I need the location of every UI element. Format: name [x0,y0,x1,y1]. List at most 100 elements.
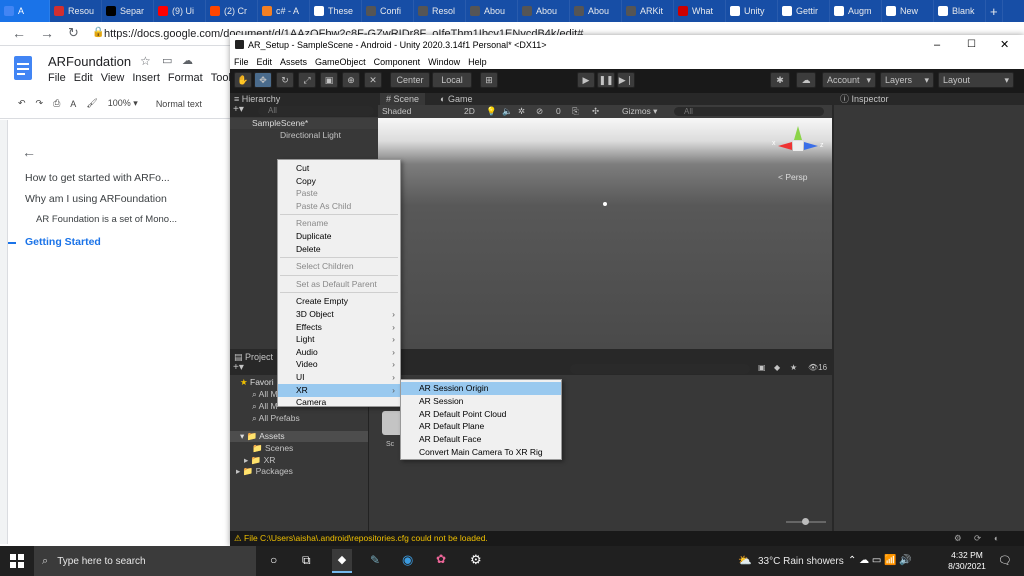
notifications-icon[interactable]: 🗨 [998,554,1012,567]
folder-item[interactable]: ▸ 📁 XR [244,455,275,466]
hierarchy-search-input[interactable]: All [258,106,374,116]
favorite-icon[interactable]: ★ [790,363,797,372]
x-axis-cone[interactable] [778,142,792,150]
pivot-local-toggle[interactable]: Local [432,72,472,88]
browser-tab[interactable]: These [310,0,362,22]
layers-dropdown[interactable]: Layers ▾ [880,72,934,88]
status-bar[interactable]: ⚠ File C:\Users\aisha\.android\repositor… [230,531,1024,546]
docs-logo-icon[interactable] [14,56,32,80]
hidden-objects-icon[interactable]: ⊘ [536,105,543,118]
scene-root-row[interactable]: SampleScene* [230,118,378,129]
unity-menu-item[interactable]: Assets [280,55,307,69]
light-bake-icon[interactable]: ◐ [994,531,999,546]
scene-search-input[interactable]: All [674,107,824,116]
account-dropdown[interactable]: Account ▾ [822,72,876,88]
inspector-tab[interactable]: ⓘ Inspector [834,93,1024,105]
browser-tab[interactable]: Resou [50,0,102,22]
label-filter-icon[interactable]: ◆ [774,363,780,372]
light-gizmo-icon[interactable] [603,202,607,206]
browser-tab[interactable]: Unity [726,0,778,22]
project-search-input[interactable] [570,364,750,374]
scene-viewport[interactable]: x z < Persp [378,118,832,349]
browser-tab[interactable]: A [0,0,50,22]
unity-menu-item[interactable]: GameObject [315,55,366,69]
zoom-select[interactable]: 100% ▾ [108,98,138,109]
context-menu-item[interactable]: Audio › [278,346,400,359]
clock[interactable]: 4:32 PM 8/30/2021 [944,550,990,572]
xr-menu-item[interactable]: AR Default Point Cloud [401,408,561,421]
favorites-folder[interactable]: ★ Favori [240,377,274,388]
browser-tab[interactable]: Abou [518,0,570,22]
orientation-gizmo[interactable]: x z [772,126,824,166]
browser-tab[interactable]: Confi [362,0,414,22]
context-menu-item[interactable]: 3D Object › [278,308,400,321]
context-menu-item[interactable]: Duplicate [278,230,400,243]
browser-tab[interactable]: (2) Cr [206,0,258,22]
unity-menu-item[interactable]: Component [374,55,421,69]
paint-icon[interactable]: ✿ [436,552,446,566]
unity-menu-item[interactable]: File [234,55,249,69]
rotate-tool-icon[interactable]: ↻ [276,72,294,88]
outline-back-icon[interactable]: ← [22,144,36,160]
favorite-item[interactable]: ⌕ All M [252,389,278,400]
tools-icon[interactable]: ✣ [592,105,599,118]
docs-menu-item[interactable]: Format [168,72,203,84]
docs-menu-item[interactable]: File [48,72,66,84]
context-menu-item[interactable]: XR › [278,383,400,397]
cortana-icon[interactable]: ○ [270,553,277,567]
create-icon[interactable]: +▾ [233,104,244,115]
tray-icons[interactable]: ⌃ ☁ ▭ 📶 🔊 [848,555,912,566]
outline-item[interactable]: Why am I using ARFoundation [25,193,167,205]
step-button[interactable]: ▶❘ [617,72,635,88]
browser-tab[interactable]: New [882,0,934,22]
minimize-icon[interactable]: – [934,35,940,55]
collab-icon[interactable]: ✱ [770,72,790,88]
browser-tab[interactable]: Abou [466,0,518,22]
hidden-packages-count[interactable]: 👁16 [808,363,827,372]
effects-icon[interactable]: ✲ [518,105,525,118]
bug-icon[interactable]: ⚙ [954,531,962,546]
outline-item[interactable]: Getting Started [25,236,101,248]
favorite-item[interactable]: ⌕ All Prefabs [252,413,300,424]
shading-dropdown[interactable]: Shaded [382,105,411,118]
xr-menu-item[interactable]: AR Session [401,395,561,408]
settings-icon[interactable]: ⚙ [470,552,482,568]
docs-menu-item[interactable]: View [101,72,125,84]
layout-dropdown[interactable]: Layout ▾ [938,72,1014,88]
thumbnail-size-slider[interactable] [786,518,826,525]
browser-tab[interactable]: ARKit [622,0,674,22]
progress-icon[interactable]: ⟳ [974,531,981,546]
browser-tab[interactable]: Separ [102,0,154,22]
print-icon[interactable]: ⎙ [53,98,60,109]
context-menu-item[interactable]: Cut [278,162,400,175]
packages-folder[interactable]: ▸ 📁 Packages [236,466,293,477]
xr-menu-item[interactable]: AR Default Plane [401,420,561,433]
slider-handle[interactable] [802,518,809,525]
hand-tool-icon[interactable]: ✋ [234,72,252,88]
context-menu-item[interactable]: Light › [278,333,400,346]
new-tab-button[interactable]: + [986,0,1003,22]
2d-toggle[interactable]: 2D [464,105,475,118]
start-icon[interactable] [10,554,24,568]
document-title[interactable]: ARFoundation [48,54,131,69]
tab-scene[interactable]: # Scene [380,93,426,105]
browser-tab[interactable]: Resol [414,0,466,22]
xr-menu-item[interactable]: AR Session Origin [401,382,561,395]
custom-tool-icon[interactable]: ✕ [364,72,382,88]
perspective-label[interactable]: < Persp [778,172,808,182]
maximize-icon[interactable]: ☐ [967,35,976,55]
unity-taskbar-icon[interactable]: ◆ [332,549,352,573]
outline-item[interactable]: How to get started with ARFo... [25,172,170,184]
browser-tab[interactable]: c# - A [258,0,310,22]
audio-icon[interactable]: 🔈 [502,105,513,118]
context-menu-item[interactable]: Effects › [278,321,400,334]
camera-icon[interactable]: ⎘ [572,105,579,118]
context-menu-item[interactable]: Create Empty [278,295,400,308]
browser-tab[interactable]: Gettir [778,0,830,22]
task-view-icon[interactable]: ⧉ [302,553,311,568]
context-menu-item[interactable]: Camera [278,396,400,409]
transform-tool-icon[interactable]: ⊕ [342,72,360,88]
browser-tab[interactable]: (9) Ui [154,0,206,22]
gizmo-center[interactable] [793,141,803,151]
context-menu-item[interactable]: UI › [278,371,400,384]
